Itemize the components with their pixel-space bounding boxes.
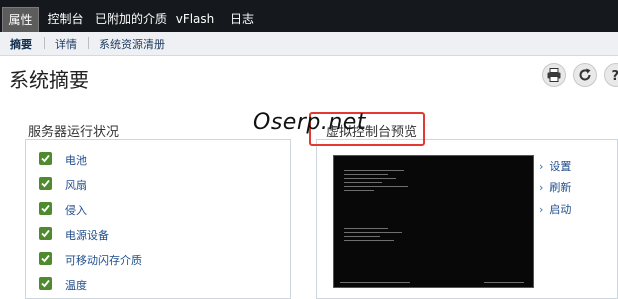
health-section-title: 服务器运行状况 xyxy=(28,121,119,140)
console-text-line xyxy=(344,170,404,171)
health-item-label[interactable]: 侵入 xyxy=(65,202,87,218)
console-action-label: 启动 xyxy=(549,203,571,216)
chevron-right-icon: › xyxy=(539,203,543,216)
console-text-line xyxy=(344,236,380,237)
tab-attached-media[interactable]: 已附加的介质 xyxy=(92,7,170,32)
health-item-label[interactable]: 温度 xyxy=(65,277,87,293)
subtab-inventory[interactable]: 系统资源清册 xyxy=(99,36,165,52)
subtab-details[interactable]: 详情 xyxy=(55,36,77,52)
svg-text:?: ? xyxy=(612,69,618,83)
console-text-line xyxy=(344,174,388,175)
console-text-line xyxy=(340,282,410,283)
subnav-divider xyxy=(88,37,89,49)
health-item-label[interactable]: 电源设备 xyxy=(65,227,109,243)
console-text-line xyxy=(344,190,374,191)
tab-vflash[interactable]: vFlash xyxy=(171,7,219,32)
console-text-line xyxy=(344,228,388,229)
console-text-line xyxy=(344,186,408,187)
tab-console[interactable]: 控制台 xyxy=(40,7,91,32)
check-icon xyxy=(39,227,52,240)
help-icon: ? xyxy=(608,67,618,83)
check-icon xyxy=(39,152,52,165)
console-settings-link[interactable]: › 设置 xyxy=(539,158,571,174)
print-icon xyxy=(546,67,562,83)
console-text-line xyxy=(344,240,394,241)
subnav-divider xyxy=(44,37,45,49)
subtab-summary[interactable]: 摘要 xyxy=(10,36,32,52)
help-button[interactable]: ? xyxy=(604,63,618,87)
check-icon xyxy=(39,277,52,290)
console-preview-screen[interactable] xyxy=(333,155,534,288)
refresh-icon xyxy=(577,67,593,83)
console-panel: › 设置 › 刷新 › 启动 xyxy=(316,139,618,299)
health-item-label[interactable]: 可移动闪存介质 xyxy=(65,252,142,268)
health-panel: 电池 风扇 侵入 电源设备 可移动闪存介质 温度 xyxy=(25,139,291,299)
console-launch-link[interactable]: › 启动 xyxy=(539,201,571,217)
health-item-label[interactable]: 风扇 xyxy=(65,177,87,193)
top-tab-bar: 属性 控制台 已附加的介质 vFlash 日志 xyxy=(0,0,618,32)
tab-logs[interactable]: 日志 xyxy=(220,7,264,32)
console-text-line xyxy=(344,182,382,183)
chevron-right-icon: › xyxy=(539,181,543,194)
refresh-button[interactable] xyxy=(573,63,597,87)
chevron-right-icon: › xyxy=(539,160,543,173)
check-icon xyxy=(39,202,52,215)
console-refresh-link[interactable]: › 刷新 xyxy=(539,179,571,195)
watermark: Oserp.net xyxy=(253,110,366,135)
check-icon xyxy=(39,252,52,265)
console-action-label: 设置 xyxy=(549,160,571,173)
console-text-line xyxy=(484,282,524,283)
tab-properties[interactable]: 属性 xyxy=(2,7,39,32)
health-item-label[interactable]: 电池 xyxy=(65,152,87,168)
sub-nav: 摘要 详情 系统资源清册 xyxy=(0,32,618,56)
check-icon xyxy=(39,177,52,190)
console-action-label: 刷新 xyxy=(549,181,571,194)
print-button[interactable] xyxy=(542,63,566,87)
console-text-line xyxy=(344,178,396,179)
page-title: 系统摘要 xyxy=(9,64,89,93)
console-text-line xyxy=(344,232,402,233)
